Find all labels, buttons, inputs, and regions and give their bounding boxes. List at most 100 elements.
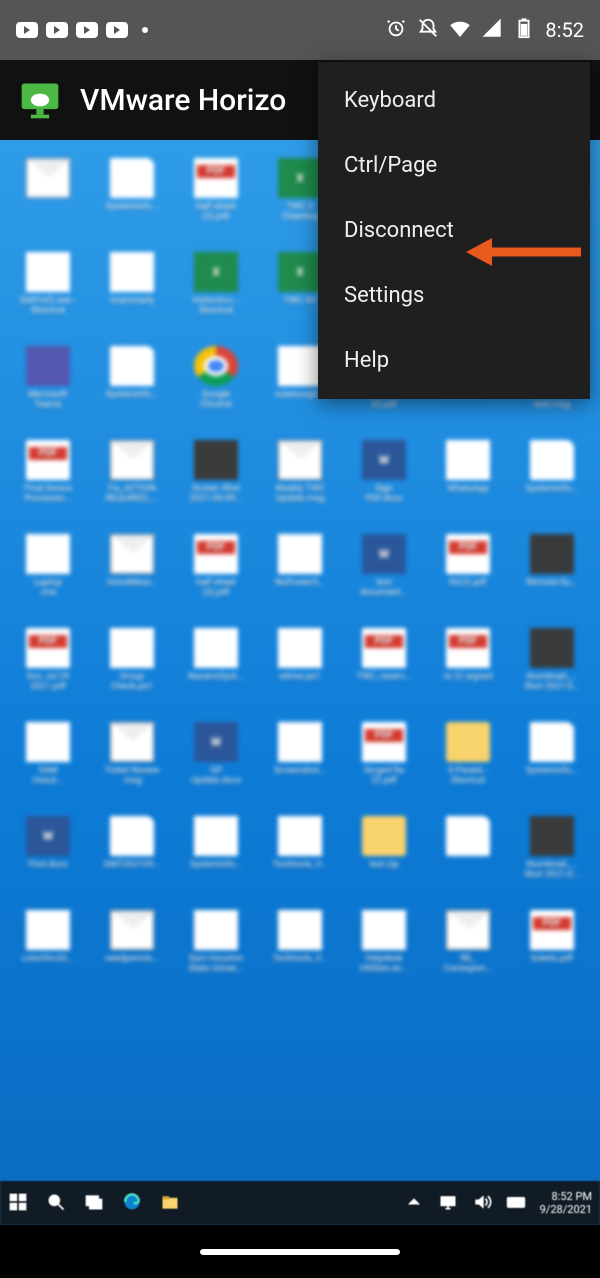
desktop-icon[interactable]: SAMHosut... xyxy=(8,722,88,786)
taskbar-clock[interactable]: 8:52 PM 9/28/2021 xyxy=(540,1190,592,1216)
menu-item-keyboard[interactable]: Keyboard xyxy=(318,68,590,133)
desktop-icon[interactable]: Singed Ra22.pdf xyxy=(344,722,424,786)
menu-item-ctrlpage[interactable]: Ctrl/Page xyxy=(318,133,590,198)
desktop-icon[interactable]: MicrosoftTeams xyxy=(8,346,88,410)
wifi-icon xyxy=(449,17,471,44)
status-left xyxy=(16,22,148,38)
volume-icon[interactable] xyxy=(472,1192,492,1215)
chrome-icon xyxy=(194,346,238,386)
desktop-icon[interactable]: Screen Shot2021-09-09... xyxy=(176,440,256,504)
desktop-icon[interactable]: ra 22 signed xyxy=(428,628,508,692)
txt-icon xyxy=(278,628,322,668)
desktop-icon[interactable]: Systeminfo... xyxy=(512,440,592,504)
desktop-icon[interactable]: GMT202109... xyxy=(92,816,172,880)
icon-label: Screen Shot xyxy=(192,484,240,494)
notification-icon xyxy=(76,22,98,38)
icon-label: Update.msg xyxy=(276,494,325,504)
desktop-icon[interactable]: XVisitorAcc...Shortcut xyxy=(176,252,256,316)
search-icon[interactable] xyxy=(46,1192,66,1215)
desktop-icon[interactable]: Doc Jul 292021.pdf xyxy=(8,628,88,692)
tray-chevron-icon[interactable] xyxy=(404,1192,424,1215)
icon-label: Grammarly xyxy=(110,296,154,306)
home-pill[interactable] xyxy=(200,1249,400,1255)
cell-signal-icon xyxy=(481,17,503,44)
desktop-icon[interactable]: Systeminfo... xyxy=(92,158,172,222)
desktop-icon[interactable]: Ticket Review.msg xyxy=(92,722,172,786)
desktop-icon[interactable]: Final DeviceProcessin... xyxy=(8,440,88,504)
desktop-icon[interactable]: half sheet(3).pdf xyxy=(176,534,256,598)
misc-icon xyxy=(446,440,490,480)
file-icon xyxy=(110,346,154,386)
desktop-icon[interactable]: thumbnail_...Shot 2021-0... xyxy=(512,816,592,880)
desktop-icon[interactable]: Systeminfo... xyxy=(176,816,256,880)
desktop-icon[interactable]: needpermis... xyxy=(92,910,172,974)
desktop-icon[interactable]: WhatsApp xyxy=(428,440,508,504)
icon-label: test.msg xyxy=(534,400,569,410)
desktop-icon[interactable]: NavarroSyst... xyxy=(176,628,256,692)
desktop-icon[interactable]: Fw_ACTIONREQUIRED_... xyxy=(92,440,172,504)
desktop-icon[interactable]: Techtools_V... xyxy=(260,910,340,974)
desktop-icon[interactable] xyxy=(8,158,88,222)
icon-label: REQUIRED_... xyxy=(106,494,159,504)
icon-label: Sign xyxy=(375,484,393,494)
desktop-icon[interactable]: DelProf2.exe -Shortcut xyxy=(8,252,88,316)
txt-icon xyxy=(278,816,322,856)
android-gesture-bar[interactable] xyxy=(0,1225,600,1278)
desktop-icon[interactable]: NoPowerO... xyxy=(260,534,340,598)
file-explorer-icon[interactable] xyxy=(160,1192,180,1215)
icon-label: RE_ xyxy=(461,954,476,964)
icon-label: Fw_ACTION xyxy=(108,484,156,494)
desktop-icon[interactable]: sdrive.ps1 xyxy=(260,628,340,692)
xls-icon: X xyxy=(278,252,322,292)
desktop-icon[interactable]: thumbnail_...Shot 2021-0... xyxy=(512,628,592,692)
mail-icon xyxy=(110,440,154,480)
desktop-icon[interactable]: Screenshot... xyxy=(260,722,340,786)
desktop-icon[interactable]: half sheet(2).pdf xyxy=(176,158,256,222)
icon-label: Singed Ra xyxy=(364,766,404,776)
desktop-icon[interactable]: WGPUpdate.docx xyxy=(176,722,256,786)
desktop-icon[interactable]: X-Panels -Shortcut xyxy=(428,722,508,786)
desktop-icon[interactable]: WFirst.docx xyxy=(8,816,88,880)
desktop-icon[interactable]: GroupCheck.ps1 xyxy=(92,628,172,692)
desktop-icon[interactable]: HelpdeskUtilities.ex... xyxy=(344,910,424,974)
pdf-icon xyxy=(362,628,406,668)
desktop-icon[interactable]: Techtools_V... xyxy=(260,816,340,880)
task-view-icon[interactable] xyxy=(84,1192,104,1215)
icon-label: thumbnail_... xyxy=(526,860,577,870)
desktop-icon[interactable]: Weekly TWCUpdate.msg xyxy=(260,440,340,504)
desktop-icon[interactable]: Systeminfo... xyxy=(92,346,172,410)
icon-label: VisitorAcc... xyxy=(192,296,240,306)
keyboard-icon[interactable] xyxy=(506,1192,526,1215)
notification-icon xyxy=(16,22,38,38)
icon-label: Systeminfo... xyxy=(106,202,158,212)
mail-icon xyxy=(110,534,154,574)
network-icon[interactable] xyxy=(438,1192,458,1215)
desktop-icon[interactable]: TWC_reserv... xyxy=(344,628,424,692)
desktop-icon[interactable]: WSignPDF.docx xyxy=(344,440,424,504)
desktop-icon[interactable]: RE_Correspon... xyxy=(428,910,508,974)
desktop-icon[interactable]: Systeminfo... xyxy=(512,722,592,786)
battery-icon xyxy=(513,17,535,44)
desktop-icon[interactable]: Wtestdocument... xyxy=(344,534,424,598)
icon-label: TWC AV xyxy=(284,296,317,306)
desktop-icon[interactable]: test.zip xyxy=(344,816,424,880)
desktop-icon[interactable]: tickets.pdf xyxy=(512,910,592,974)
img-icon xyxy=(530,628,574,668)
desktop-icon[interactable]: RA22.pdf xyxy=(428,534,508,598)
desktop-icon[interactable]: ListofArcGI... xyxy=(8,910,88,974)
misc-icon xyxy=(110,252,154,292)
menu-item-settings[interactable]: Settings xyxy=(318,263,590,328)
desktop-icon[interactable]: Laptop.msi xyxy=(8,534,88,598)
start-button[interactable] xyxy=(8,1192,28,1215)
desktop-icon[interactable] xyxy=(428,816,508,880)
menu-item-help[interactable]: Help xyxy=(318,328,590,393)
windows-taskbar[interactable]: 8:52 PM 9/28/2021 xyxy=(0,1181,600,1225)
desktop-icon[interactable]: Grammarly xyxy=(92,252,172,316)
desktop-icon[interactable]: Remote-Su... xyxy=(512,534,592,598)
desktop-icon[interactable]: GoogleChrome xyxy=(176,346,256,410)
icon-label: Processin... xyxy=(25,494,72,504)
icon-label: Google xyxy=(202,390,230,400)
desktop-icon[interactable]: VoiceMess... xyxy=(92,534,172,598)
desktop-icon[interactable]: Sam HoustonState Univer... xyxy=(176,910,256,974)
edge-icon[interactable] xyxy=(122,1192,142,1215)
